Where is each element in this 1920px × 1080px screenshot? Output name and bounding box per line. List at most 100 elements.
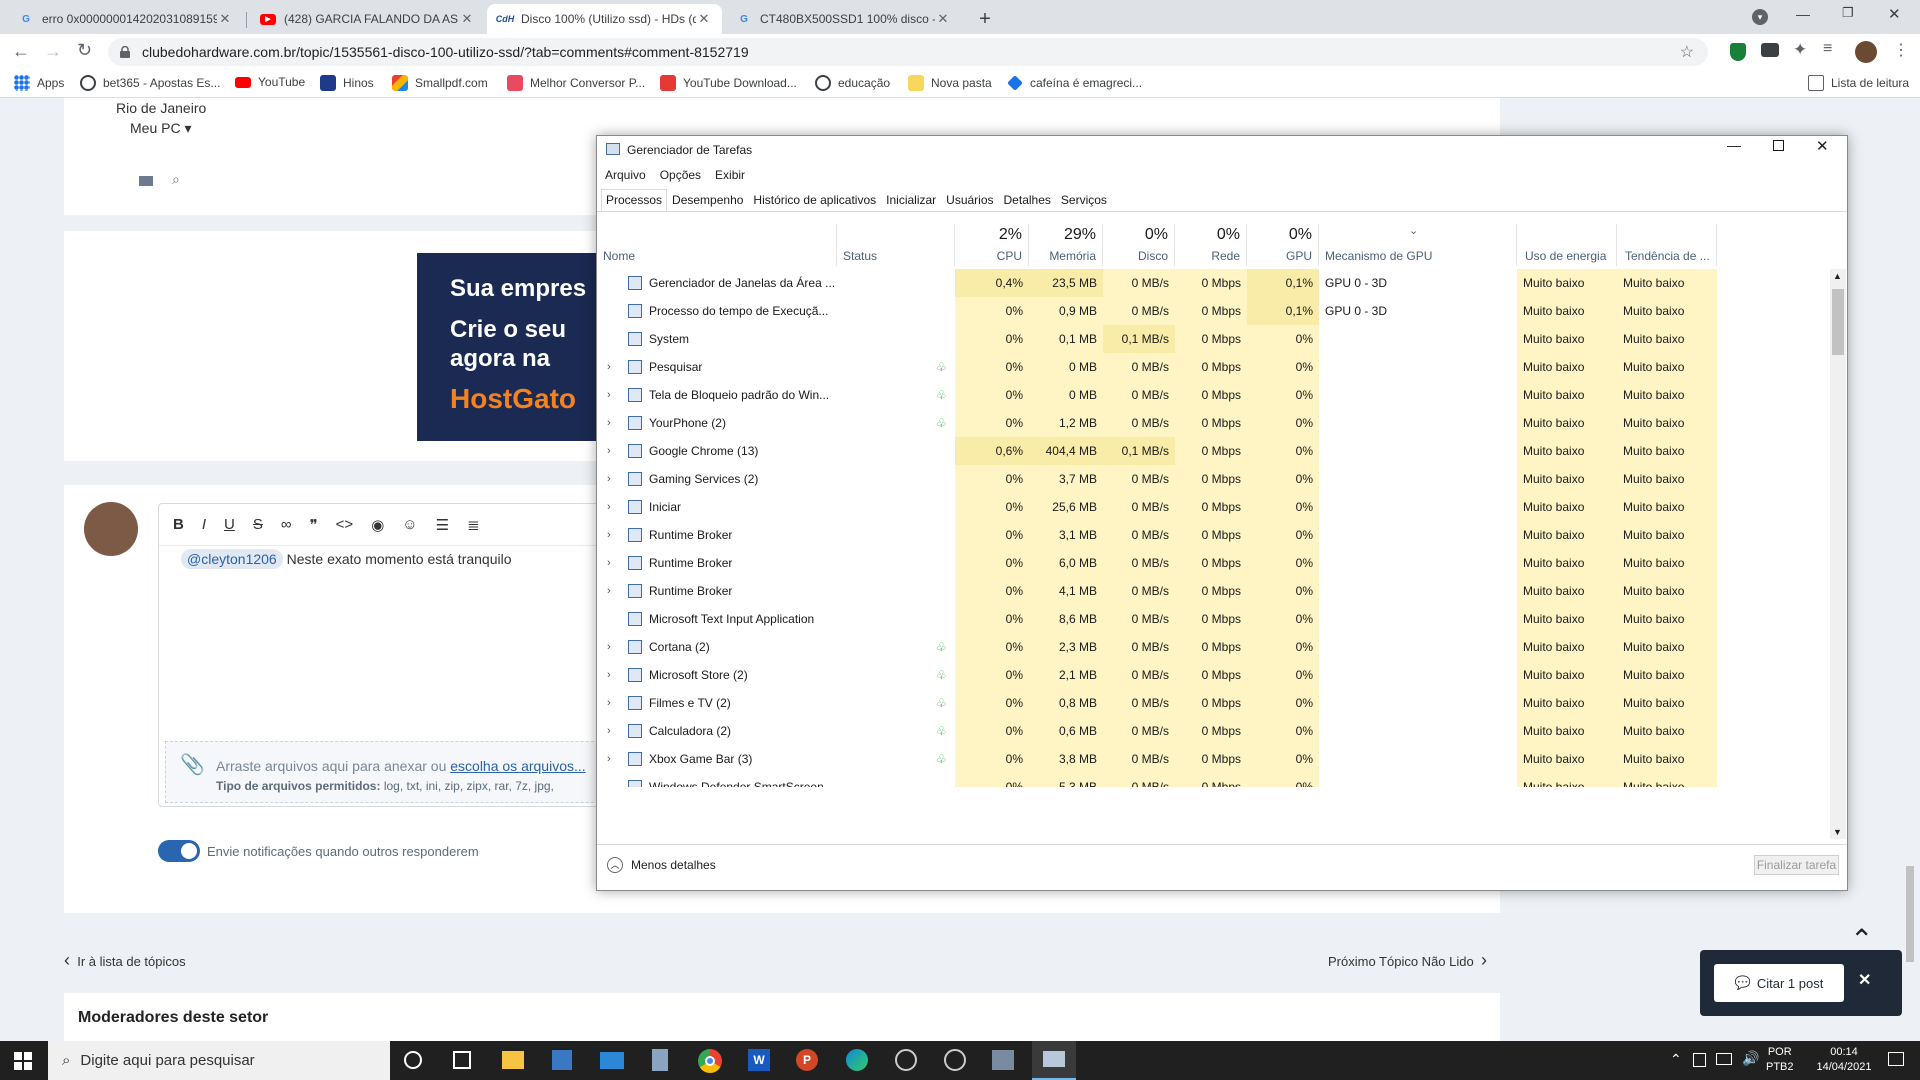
extensions-puzzle-icon[interactable]: ✦ (1793, 40, 1807, 60)
process-scrollbar[interactable]: ▲ ▼ (1830, 269, 1846, 839)
reading-list[interactable]: Lista de leitura (1808, 75, 1909, 91)
menu-opcoes[interactable]: Opções (660, 168, 701, 182)
process-row[interactable]: › Cortana (2) ♧ 0% 2,3 MB 0 MB/s 0 Mbps 0% Muito… (601, 633, 1827, 661)
edge-icon[interactable] (846, 1049, 868, 1071)
bookmark-bet365[interactable]: bet365 - Apostas Es... (80, 75, 220, 91)
bookmark-converter[interactable]: Melhor Conversor P... (507, 75, 645, 91)
minimize-icon[interactable]: — (1727, 137, 1741, 153)
expand-chevron-icon[interactable]: › (607, 689, 611, 717)
word-icon[interactable]: W (748, 1049, 770, 1071)
close-tab-icon[interactable]: ✕ (459, 11, 475, 27)
expand-chevron-icon[interactable]: › (607, 745, 611, 773)
underline-icon[interactable]: U (224, 516, 235, 533)
browser-tab-active[interactable]: CdH Disco 100% (Utilizo ssd) - HDs (d ✕ (487, 4, 722, 34)
expand-chevron-icon[interactable]: › (607, 577, 611, 605)
scroll-up-arrow-icon[interactable]: ▲ (1833, 271, 1842, 281)
code-icon[interactable]: <> (336, 516, 354, 533)
speedometer-icon[interactable] (944, 1049, 966, 1071)
scroll-down-arrow-icon[interactable]: ▼ (1833, 827, 1842, 837)
tab-detalhes[interactable]: Detalhes (999, 189, 1056, 211)
expand-chevron-icon[interactable]: › (607, 493, 611, 521)
bookmark-hinos[interactable]: Hinos (320, 75, 374, 91)
process-row[interactable]: › Pesquisar ♧ 0% 0 MB 0 MB/s 0 Mbps 0% Muito bai… (601, 353, 1827, 381)
expand-chevron-icon[interactable]: › (607, 465, 611, 493)
bullet-list-icon[interactable]: ☰ (436, 516, 449, 534)
scrollbar-thumb[interactable] (1832, 289, 1844, 355)
column-header-name[interactable]: Nome (601, 224, 837, 266)
camera-extension-icon[interactable] (1761, 43, 1779, 57)
microsoft-store-icon[interactable] (552, 1050, 572, 1070)
app-circle-icon[interactable] (895, 1049, 917, 1071)
chrome-icon[interactable] (698, 1049, 722, 1073)
process-row[interactable]: › Runtime Broker 0% 3,1 MB 0 MB/s 0 Mbps 0% Mui… (601, 521, 1827, 549)
file-explorer-icon[interactable] (502, 1051, 524, 1069)
process-row[interactable]: › Tela de Bloqueio padrão do Win... ♧ 0% 0 M… (601, 381, 1827, 409)
process-row[interactable]: › Gaming Services (2) 0% 3,7 MB 0 MB/s 0 Mbps… (601, 465, 1827, 493)
less-details-toggle[interactable]: ︿ Menos detalhes (607, 857, 716, 873)
browser-tab[interactable]: G CT480BX500SSD1 100% disco - Pe ✕ (726, 4, 961, 34)
process-row[interactable]: Gerenciador de Janelas da Área ... 0,4% 23… (601, 269, 1827, 297)
envelope-icon[interactable] (139, 176, 153, 186)
tab-processos[interactable]: Processos (601, 189, 668, 211)
bookmark-folder[interactable]: Nova pasta (908, 75, 992, 91)
tab-historico[interactable]: Histórico de aplicativos (748, 189, 881, 211)
process-row[interactable]: Windows Defender SmartScreen 0% 5,3 MB 0 MB… (601, 773, 1827, 787)
close-window-icon[interactable]: ✕ (1816, 137, 1829, 155)
end-task-button[interactable]: Finalizar tarefa (1754, 855, 1839, 875)
process-row[interactable]: Processo do tempo de Execuçã... 0% 0,9 MB 0… (601, 297, 1827, 325)
expand-chevron-icon[interactable]: › (607, 353, 611, 381)
process-row[interactable]: › Google Chrome (13) 0,6% 404,4 MB 0,1 MB/s 0… (601, 437, 1827, 465)
column-header-cpu[interactable]: 2% CPU (955, 224, 1029, 266)
emoji-icon[interactable]: ☺ (402, 516, 417, 533)
browser-tab[interactable]: G erro 0x000000014202031089159 ✕ (8, 4, 243, 34)
close-tab-icon[interactable]: ✕ (935, 11, 951, 27)
mail-icon[interactable] (600, 1052, 624, 1069)
column-header-power[interactable]: Uso de energia (1517, 224, 1617, 266)
process-row[interactable]: Microsoft Text Input Application 0% 8,6 MB… (601, 605, 1827, 633)
editor-content[interactable]: @cleyton1206 Neste exato momento está tr… (181, 549, 512, 569)
process-row[interactable]: System 0% 0,1 MB 0,1 MB/s 0 Mbps 0% Muito baix… (601, 325, 1827, 353)
forward-arrow-icon[interactable]: → (44, 41, 62, 62)
volume-icon[interactable]: 🔊 (1742, 1050, 1759, 1067)
process-row[interactable]: › Iniciar 0% 25,6 MB 0 MB/s 0 Mbps 0% Muito bai… (601, 493, 1827, 521)
page-scrollbar-thumb[interactable] (1906, 866, 1914, 962)
task-view-icon[interactable] (453, 1051, 471, 1069)
bookmark-smallpdf[interactable]: Smallpdf.com (392, 75, 488, 91)
tab-desempenho[interactable]: Desempenho (667, 189, 748, 211)
column-header-disk[interactable]: 0% Disco (1103, 224, 1175, 266)
bold-icon[interactable]: B (173, 516, 184, 533)
back-arrow-icon[interactable]: ← (12, 41, 30, 62)
quote-icon[interactable]: ❞ (310, 516, 318, 534)
expand-chevron-icon[interactable]: › (607, 633, 611, 661)
close-icon[interactable]: ✕ (1858, 970, 1871, 990)
column-header-network[interactable]: 0% Rede (1175, 224, 1247, 266)
show-hidden-icons-chevron[interactable]: ⌃ (1670, 1051, 1682, 1068)
expand-chevron-icon[interactable]: › (607, 521, 611, 549)
browser-tab[interactable]: ▶ (428) GARCIA FALANDO DA ASS ✕ (250, 4, 485, 34)
tab-inicializar[interactable]: Inicializar (881, 189, 941, 211)
bookmark-youtube[interactable]: YouTube (235, 75, 305, 89)
process-row[interactable]: › YourPhone (2) ♧ 0% 1,2 MB 0 MB/s 0 Mbps 0% Mui… (601, 409, 1827, 437)
process-row[interactable]: › Microsoft Store (2) ♧ 0% 2,1 MB 0 MB/s 0 Mbp… (601, 661, 1827, 689)
app-window-icon[interactable] (992, 1050, 1014, 1070)
link-icon[interactable]: ∞ (281, 516, 292, 533)
expand-chevron-icon[interactable]: › (607, 381, 611, 409)
close-window-icon[interactable]: ✕ (1888, 5, 1901, 23)
close-tab-icon[interactable]: ✕ (696, 11, 712, 27)
network-icon[interactable] (1716, 1053, 1732, 1065)
address-bar[interactable]: clubedohardware.com.br/topic/1535561-dis… (108, 38, 1708, 66)
meu-pc-toggle[interactable]: Meu PC ▾ (130, 120, 192, 137)
bookmark-apps[interactable]: Apps (14, 75, 64, 91)
expand-chevron-icon[interactable]: › (607, 549, 611, 577)
expand-chevron-icon[interactable]: › (607, 437, 611, 465)
process-row[interactable]: › Xbox Game Bar (3) ♧ 0% 3,8 MB 0 MB/s 0 Mbps 0… (601, 745, 1827, 773)
calculator-icon[interactable] (652, 1049, 668, 1071)
language-indicator[interactable]: POR PTB2 (1766, 1045, 1794, 1075)
tab-usuarios[interactable]: Usuários (941, 189, 998, 211)
chrome-menu-icon[interactable]: ⋮ (1893, 40, 1909, 60)
process-row[interactable]: › Runtime Broker 0% 6,0 MB 0 MB/s 0 Mbps 0% Mui… (601, 549, 1827, 577)
choose-files-link[interactable]: escolha os arquivos... (450, 758, 585, 774)
close-tab-icon[interactable]: ✕ (217, 11, 233, 27)
column-header-gpu-engine[interactable]: ⌄ Mecanismo de GPU (1319, 224, 1517, 266)
menu-arquivo[interactable]: Arquivo (605, 168, 646, 182)
